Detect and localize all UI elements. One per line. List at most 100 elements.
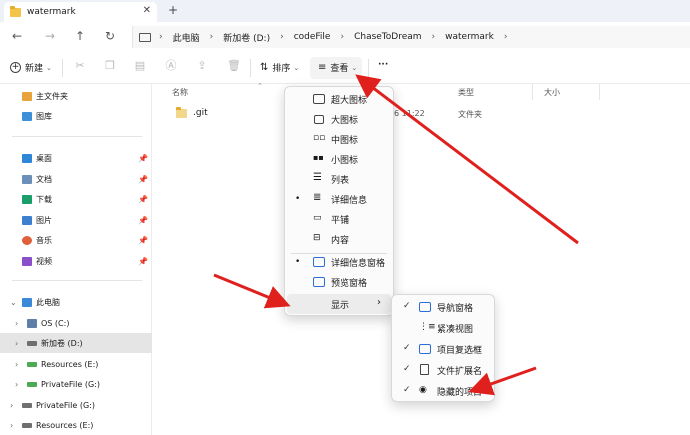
forward-icon[interactable]: → — [45, 29, 55, 43]
menu-item-label: 导航窗格 — [437, 304, 474, 314]
chevron-right-icon[interactable]: › — [15, 319, 18, 328]
rename-icon[interactable]: Ⓐ — [165, 60, 177, 72]
chevron-right-icon[interactable]: › — [15, 380, 18, 389]
sidebar-item-this-pc[interactable]: ⌄ 此电脑 — [0, 292, 152, 312]
network-drive-icon — [27, 381, 37, 387]
selected-bullet: • — [295, 257, 301, 267]
copy-icon[interactable]: ❐ — [104, 60, 116, 72]
sidebar-item-drive-c[interactable]: › OS (C:) — [0, 313, 152, 333]
sidebar-item-network-g[interactable]: › PrivateFile (G:) — [0, 395, 152, 415]
sidebar-divider — [12, 136, 142, 137]
checkbox-icon — [419, 344, 431, 354]
paste-icon[interactable]: ▤ — [134, 60, 146, 72]
sidebar-item-downloads[interactable]: 下载 📌 — [0, 189, 152, 209]
sort-button[interactable]: ⇅ 排序 ⌄ — [260, 61, 299, 74]
menu-item-list[interactable]: ☰ 列表 — [285, 169, 393, 189]
extra-large-icons-icon — [313, 94, 325, 104]
chevron-right-icon[interactable]: › — [10, 401, 13, 410]
new-button[interactable]: + 新建 ⌄ — [10, 61, 52, 74]
sidebar-item-music[interactable]: 音乐 📌 — [0, 230, 152, 250]
sidebar-item-label: 图片 — [36, 215, 52, 225]
breadcrumb-watermark[interactable]: watermark — [445, 32, 494, 42]
chevron-down-icon[interactable]: ⌄ — [10, 298, 17, 307]
menu-item-tiles[interactable]: ▭ 平铺 — [285, 209, 393, 229]
sort-icon: ⇅ — [260, 62, 269, 73]
documents-icon — [22, 174, 32, 184]
tab-watermark[interactable]: watermark ✕ — [4, 2, 157, 22]
sidebar-item-drive-d[interactable]: › 新加卷 (D:) — [0, 333, 152, 353]
breadcrumb-chasetodream[interactable]: ChaseToDream — [354, 32, 421, 42]
sidebar-item-network-e[interactable]: › Resources (E:) — [0, 415, 152, 435]
drive-icon — [27, 318, 37, 328]
pin-icon[interactable]: 📌 — [138, 154, 148, 163]
menu-item-label: 详细信息 — [331, 196, 368, 206]
new-tab-icon[interactable]: + — [168, 3, 178, 17]
menu-item-content[interactable]: ⊟ 内容 — [285, 229, 393, 249]
pin-icon[interactable]: 📌 — [138, 175, 148, 184]
sidebar-item-pictures[interactable]: 图片 📌 — [0, 210, 152, 230]
menu-item-label: 平铺 — [331, 216, 350, 226]
chevron-down-icon: ⌄ — [351, 63, 358, 72]
up-icon[interactable]: ↑ — [75, 29, 85, 43]
menu-item-hidden-items[interactable]: ✓ ◉ 隐藏的项目 — [392, 381, 494, 401]
view-button[interactable]: ≡ 查看 ⌄ — [318, 61, 357, 74]
pin-icon[interactable]: 📌 — [138, 236, 148, 245]
menu-item-show[interactable]: 显示 › — [287, 294, 391, 314]
chevron-right-icon[interactable]: › — [10, 421, 13, 430]
share-icon[interactable]: ⇪ — [196, 60, 208, 72]
menu-item-details[interactable]: • ≣ 详细信息 — [285, 189, 393, 209]
sidebar-item-gallery[interactable]: 图库 — [0, 106, 152, 126]
sidebar-item-drive-e[interactable]: › Resources (E:) — [0, 354, 152, 374]
breadcrumb-separator: › — [209, 32, 214, 42]
sidebar-item-label: 图库 — [36, 111, 52, 121]
compact-view-icon: ⋮≡ — [419, 322, 436, 332]
menu-item-label: 大图标 — [331, 116, 359, 126]
sidebar-item-desktop[interactable]: 桌面 📌 — [0, 148, 152, 168]
chevron-right-icon[interactable]: › — [15, 360, 18, 369]
breadcrumb-this-pc[interactable]: 此电脑 — [173, 31, 200, 44]
breadcrumb-codefile[interactable]: codeFile — [294, 32, 331, 42]
plus-icon: + — [10, 62, 21, 73]
sidebar-item-drive-g[interactable]: › PrivateFile (G:) — [0, 374, 152, 394]
menu-item-large-icons[interactable]: 大图标 — [285, 109, 393, 129]
pictures-icon — [22, 215, 32, 225]
menu-item-label: 内容 — [331, 236, 350, 246]
address-bar[interactable]: › 此电脑 › 新加卷 (D:) › codeFile › ChaseToDre… — [132, 26, 690, 48]
sidebar-item-videos[interactable]: 视频 📌 — [0, 251, 152, 271]
delete-icon[interactable]: 🗑 — [227, 60, 241, 72]
column-header-size[interactable]: 大小 — [544, 87, 560, 98]
sidebar-item-label: OS (C:) — [41, 318, 70, 328]
column-header-type[interactable]: 类型 — [458, 87, 474, 98]
pin-icon[interactable]: 📌 — [138, 216, 148, 225]
menu-item-navigation-pane[interactable]: ✓ 导航窗格 — [392, 297, 494, 317]
pin-icon[interactable]: 📌 — [138, 195, 148, 204]
drive-icon — [27, 340, 37, 346]
close-tab-icon[interactable]: ✕ — [143, 5, 151, 16]
menu-item-extra-large-icons[interactable]: 超大图标 — [285, 89, 393, 109]
breadcrumb-drive-d[interactable]: 新加卷 (D:) — [223, 31, 270, 44]
menu-item-item-checkboxes[interactable]: ✓ 项目复选框 — [392, 339, 494, 359]
menu-item-compact-view[interactable]: ⋮≡ 紧凑视图 — [392, 318, 494, 338]
column-header-name[interactable]: 名称 — [172, 87, 188, 98]
small-icons-icon: ▪▪ — [313, 153, 324, 162]
menu-item-medium-icons[interactable]: ▫▫ 中图标 — [285, 129, 393, 149]
sidebar-item-documents[interactable]: 文档 📌 — [0, 169, 152, 189]
large-icons-icon — [314, 115, 324, 124]
menu-item-preview-pane[interactable]: 预览窗格 — [285, 272, 393, 292]
navigation-bar: ← → ↑ ↻ › 此电脑 › 新加卷 (D:) › codeFile › Ch… — [0, 22, 690, 52]
sidebar-item-label: PrivateFile (G:) — [36, 400, 95, 410]
menu-item-file-extensions[interactable]: ✓ 文件扩展名 — [392, 360, 494, 380]
toolbar-divider — [62, 59, 63, 77]
cut-icon[interactable]: ✂ — [74, 60, 86, 72]
refresh-icon[interactable]: ↻ — [105, 29, 115, 43]
menu-item-details-pane[interactable]: • 详细信息窗格 — [285, 252, 393, 272]
tab-title: watermark — [27, 7, 76, 17]
chevron-right-icon[interactable]: › — [15, 339, 18, 348]
sidebar-item-home[interactable]: 主文件夹 — [0, 86, 152, 106]
sort-chevron-icon: ⌃ — [257, 82, 263, 90]
pin-icon[interactable]: 📌 — [138, 257, 148, 266]
table-row[interactable]: .git — [176, 106, 208, 118]
more-options-button[interactable]: ··· — [378, 60, 388, 70]
menu-item-small-icons[interactable]: ▪▪ 小图标 — [285, 149, 393, 169]
back-icon[interactable]: ← — [12, 29, 22, 43]
